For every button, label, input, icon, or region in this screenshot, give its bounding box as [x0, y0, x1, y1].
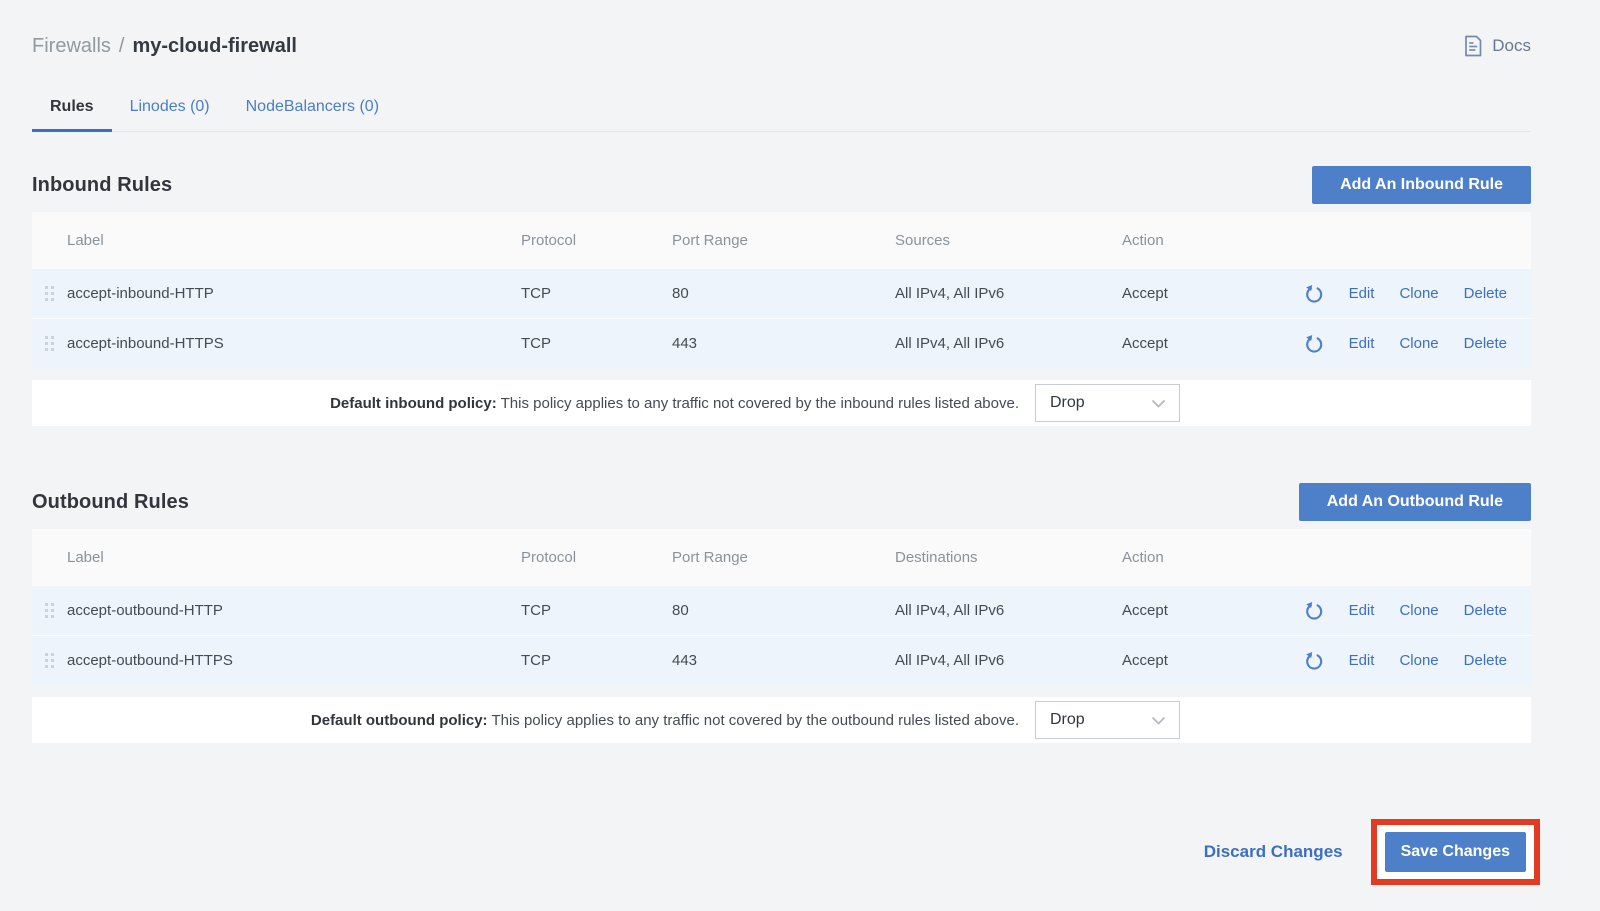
breadcrumb: Firewalls / my-cloud-firewall	[32, 35, 297, 58]
rule-protocol: TCP	[521, 285, 672, 302]
drag-handle-icon[interactable]	[32, 603, 67, 618]
column-header-destinations: Destinations	[895, 549, 1122, 566]
delete-link[interactable]: Delete	[1464, 602, 1507, 619]
rule-label: accept-outbound-HTTPS	[67, 652, 521, 669]
outbound-rules-heading: Outbound Rules	[32, 491, 189, 514]
docs-label: Docs	[1492, 36, 1531, 56]
clone-link[interactable]: Clone	[1399, 285, 1438, 302]
inbound-policy-row: Default inbound policy: This policy appl…	[32, 380, 1531, 426]
column-header-action: Action	[1122, 549, 1272, 566]
column-header-protocol: Protocol	[521, 549, 672, 566]
undo-icon[interactable]	[1304, 284, 1324, 304]
undo-icon[interactable]	[1304, 334, 1324, 354]
docs-link[interactable]: Docs	[1463, 35, 1531, 57]
column-header-port-range: Port Range	[672, 549, 895, 566]
inbound-table-header: Label Protocol Port Range Sources Action	[32, 212, 1531, 268]
default-inbound-policy-select[interactable]: Drop	[1035, 384, 1180, 422]
rule-action: Accept	[1122, 602, 1272, 619]
table-row: accept-inbound-HTTP TCP 80 All IPv4, All…	[32, 268, 1531, 318]
rule-sources: All IPv4, All IPv6	[895, 335, 1122, 352]
edit-link[interactable]: Edit	[1349, 652, 1375, 669]
topbar: Firewalls / my-cloud-firewall Docs	[32, 32, 1531, 60]
clone-link[interactable]: Clone	[1399, 602, 1438, 619]
drag-handle-icon[interactable]	[32, 336, 67, 351]
add-outbound-rule-button[interactable]: Add An Outbound Rule	[1299, 483, 1531, 521]
chevron-down-icon	[1151, 399, 1166, 408]
table-row: accept-inbound-HTTPS TCP 443 All IPv4, A…	[32, 318, 1531, 368]
delete-link[interactable]: Delete	[1464, 285, 1507, 302]
table-row: accept-outbound-HTTPS TCP 443 All IPv4, …	[32, 635, 1531, 685]
rule-action: Accept	[1122, 652, 1272, 669]
chevron-down-icon	[1151, 716, 1166, 725]
rule-protocol: TCP	[521, 602, 672, 619]
outbound-rules-table: Label Protocol Port Range Destinations A…	[32, 529, 1531, 685]
rule-action: Accept	[1122, 335, 1272, 352]
column-header-action: Action	[1122, 232, 1272, 249]
footer-actions: Discard Changes Save Changes	[32, 819, 1531, 885]
outbound-table-header: Label Protocol Port Range Destinations A…	[32, 529, 1531, 585]
page-title: my-cloud-firewall	[132, 35, 296, 58]
undo-icon[interactable]	[1304, 601, 1324, 621]
rule-port-range: 443	[672, 652, 895, 669]
outbound-section-header: Outbound Rules Add An Outbound Rule	[32, 483, 1531, 521]
tab-bar: Rules Linodes (0) NodeBalancers (0)	[32, 84, 1531, 132]
highlight-annotation: Save Changes	[1371, 819, 1540, 885]
outbound-policy-label: Default outbound policy:	[311, 712, 488, 729]
row-actions: Edit Clone Delete	[1272, 601, 1531, 621]
delete-link[interactable]: Delete	[1464, 335, 1507, 352]
row-actions: Edit Clone Delete	[1272, 651, 1531, 671]
discard-changes-link[interactable]: Discard Changes	[1204, 842, 1343, 862]
rule-port-range: 80	[672, 285, 895, 302]
rule-label: accept-outbound-HTTP	[67, 602, 521, 619]
rule-destinations: All IPv4, All IPv6	[895, 652, 1122, 669]
delete-link[interactable]: Delete	[1464, 652, 1507, 669]
outbound-policy-text: Default outbound policy: This policy app…	[311, 712, 1019, 729]
table-row: accept-outbound-HTTP TCP 80 All IPv4, Al…	[32, 585, 1531, 635]
edit-link[interactable]: Edit	[1349, 602, 1375, 619]
firewall-detail-page: Firewalls / my-cloud-firewall Docs Rules…	[0, 0, 1600, 885]
column-header-sources: Sources	[895, 232, 1122, 249]
inbound-policy-label: Default inbound policy:	[330, 395, 497, 412]
rule-label: accept-inbound-HTTPS	[67, 335, 521, 352]
drag-handle-icon[interactable]	[32, 653, 67, 668]
tab-nodebalancers[interactable]: NodeBalancers (0)	[228, 84, 397, 131]
rule-label: accept-inbound-HTTP	[67, 285, 521, 302]
clone-link[interactable]: Clone	[1399, 335, 1438, 352]
column-header-label: Label	[67, 232, 521, 249]
row-actions: Edit Clone Delete	[1272, 334, 1531, 354]
column-header-label: Label	[67, 549, 521, 566]
rule-action: Accept	[1122, 285, 1272, 302]
drag-handle-icon[interactable]	[32, 286, 67, 301]
tab-linodes[interactable]: Linodes (0)	[112, 84, 228, 131]
rule-protocol: TCP	[521, 335, 672, 352]
rule-port-range: 80	[672, 602, 895, 619]
save-changes-button[interactable]: Save Changes	[1385, 832, 1526, 872]
tab-rules[interactable]: Rules	[32, 84, 112, 132]
breadcrumb-separator: /	[119, 35, 125, 58]
inbound-section-header: Inbound Rules Add An Inbound Rule	[32, 166, 1531, 204]
edit-link[interactable]: Edit	[1349, 335, 1375, 352]
column-header-protocol: Protocol	[521, 232, 672, 249]
breadcrumb-firewalls-link[interactable]: Firewalls	[32, 35, 111, 58]
column-header-port-range: Port Range	[672, 232, 895, 249]
inbound-rules-table: Label Protocol Port Range Sources Action…	[32, 212, 1531, 368]
row-actions: Edit Clone Delete	[1272, 284, 1531, 304]
rule-protocol: TCP	[521, 652, 672, 669]
clone-link[interactable]: Clone	[1399, 652, 1438, 669]
undo-icon[interactable]	[1304, 651, 1324, 671]
rule-destinations: All IPv4, All IPv6	[895, 602, 1122, 619]
inbound-rules-heading: Inbound Rules	[32, 174, 172, 197]
default-outbound-policy-select[interactable]: Drop	[1035, 701, 1180, 739]
document-icon	[1463, 35, 1483, 57]
outbound-policy-row: Default outbound policy: This policy app…	[32, 697, 1531, 743]
edit-link[interactable]: Edit	[1349, 285, 1375, 302]
rule-sources: All IPv4, All IPv6	[895, 285, 1122, 302]
add-inbound-rule-button[interactable]: Add An Inbound Rule	[1312, 166, 1531, 204]
inbound-policy-text: Default inbound policy: This policy appl…	[330, 395, 1019, 412]
rule-port-range: 443	[672, 335, 895, 352]
